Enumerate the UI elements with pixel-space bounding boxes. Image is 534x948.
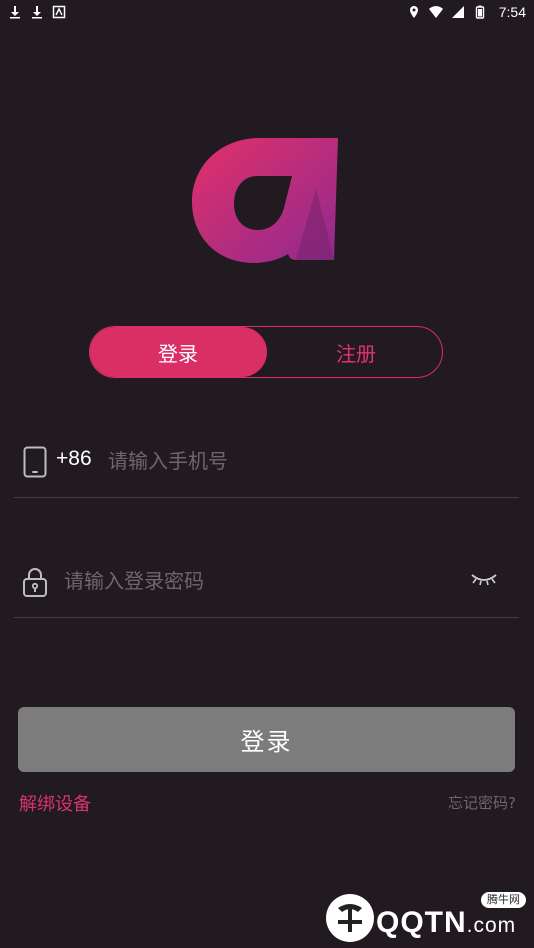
download-icon — [32, 6, 42, 19]
forgot-password-link[interactable]: 忘记密码? — [448, 792, 516, 813]
app-notification-icon — [52, 5, 66, 19]
qqtn-badge-icon — [326, 894, 374, 942]
battery-icon — [475, 5, 484, 19]
tab-login[interactable]: 登录 — [90, 327, 267, 377]
status-right-icons: 7:54 — [407, 4, 526, 20]
phone-field: +86 — [14, 436, 519, 498]
app-logo — [192, 138, 338, 263]
password-input[interactable] — [64, 564, 464, 598]
signal-icon — [451, 6, 464, 18]
location-icon — [409, 6, 418, 18]
phone-icon — [23, 446, 47, 478]
unbind-device-link[interactable]: 解绑设备 — [19, 790, 91, 816]
auth-tabs: 登录 注册 — [89, 326, 443, 378]
password-field — [14, 556, 519, 618]
status-bar: 7:54 — [0, 0, 534, 24]
wifi-icon — [428, 6, 443, 18]
lock-icon — [23, 568, 47, 597]
country-code[interactable]: +86 — [56, 447, 92, 471]
download-icon — [10, 6, 20, 19]
watermark-tag: 腾牛网 — [481, 892, 526, 908]
tab-register[interactable]: 注册 — [268, 327, 442, 377]
status-time: 7:54 — [498, 4, 526, 20]
watermark: QQTN.com 腾牛网 — [324, 890, 530, 944]
status-left-icons — [8, 5, 66, 19]
login-button[interactable]: 登录 — [18, 707, 515, 772]
eye-closed-icon[interactable] — [470, 572, 498, 588]
phone-input[interactable] — [108, 444, 508, 478]
watermark-brand: QQTN.com — [376, 906, 517, 939]
